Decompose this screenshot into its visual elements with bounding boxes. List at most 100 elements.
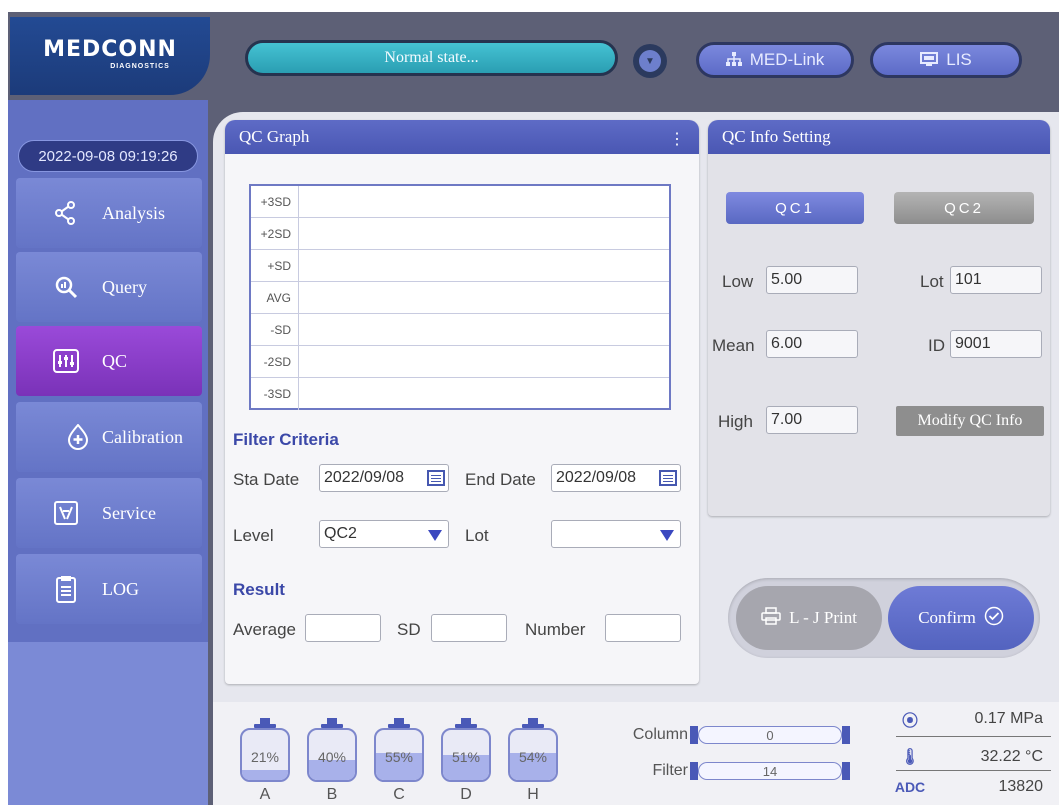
lot-select[interactable] (551, 520, 681, 548)
qc1-tab-label: QC1 (775, 199, 815, 217)
panel-title: QC Info Setting (722, 127, 831, 146)
sta-date-field[interactable]: 2022/09/08 (319, 464, 449, 492)
molecule-icon (52, 199, 80, 227)
number-label: Number (525, 620, 586, 639)
modify-qc-info-label: Modify QC Info (917, 412, 1023, 429)
confirm-button[interactable]: Confirm (888, 586, 1034, 650)
sidebar-item-analysis[interactable]: Analysis (16, 178, 202, 248)
sidebar-item-calibration[interactable]: Calibration (16, 402, 202, 472)
action-dock: L - J Print Confirm (728, 578, 1040, 658)
sidebar-item-label: Query (102, 276, 147, 297)
qc-graph-title-bar: QC Graph ⋮ (225, 120, 699, 154)
pressure-readout: ⦿ 0.17 MPa (893, 704, 1053, 734)
status-dropdown-button[interactable]: ▼ (633, 44, 667, 78)
sidebar-item-qc[interactable]: QC (16, 326, 202, 396)
lot-label: Lot (920, 272, 944, 291)
lj-print-button[interactable]: L - J Print (736, 586, 882, 650)
printer-icon (761, 606, 781, 630)
check-circle-icon (984, 606, 1004, 631)
column-label: Column (632, 726, 688, 743)
high-label: High (718, 412, 753, 431)
confirm-label: Confirm (918, 608, 976, 627)
sidebar-item-label: Analysis (102, 202, 165, 223)
reagent-percent: 21% (250, 749, 280, 765)
lis-button[interactable]: LIS (870, 42, 1022, 78)
qc2-tab[interactable]: QC2 (894, 192, 1034, 224)
grid-row: -SD (251, 314, 669, 346)
lot-field[interactable]: 101 (950, 266, 1042, 294)
low-field[interactable]: 5.00 (766, 266, 858, 294)
lj-print-label: L - J Print (789, 608, 857, 627)
sidebar-item-label: Service (102, 502, 156, 523)
level-select[interactable]: QC2 (319, 520, 449, 548)
average-field[interactable] (305, 614, 381, 642)
modify-qc-info-button[interactable]: Modify QC Info (896, 406, 1044, 436)
reagent-bottle-b: 40% B (307, 718, 357, 804)
dropdown-arrow-icon (428, 530, 442, 541)
level-label: +2SD (251, 218, 299, 249)
temperature-readout: 🌡 32.22 °C (893, 742, 1053, 772)
reagent-percent: 54% (518, 749, 548, 765)
adc-value: 13820 (998, 778, 1044, 795)
sidebar-item-label: Calibration (102, 426, 183, 447)
sidebar-item-query[interactable]: Query (16, 252, 202, 322)
brand-subtitle: DIAGNOSTICS (110, 63, 170, 70)
reagent-percent: 40% (317, 749, 347, 765)
status-bar: Normal state... (245, 40, 618, 76)
grid-row: -2SD (251, 346, 669, 378)
calendar-icon[interactable] (427, 470, 445, 486)
sidebar-item-log[interactable]: LOG (16, 554, 202, 624)
brand-logo: MEDCONN DIAGNOSTICS (10, 17, 210, 95)
id-field[interactable]: 9001 (950, 330, 1042, 358)
mean-value: 6.00 (771, 335, 803, 352)
result-title: Result (233, 580, 285, 599)
med-link-button[interactable]: MED-Link (696, 42, 854, 78)
sd-field[interactable] (431, 614, 507, 642)
qc-chart-grid: +3SD +2SD +SD AVG -SD -2SD -3SD (249, 184, 671, 410)
low-value: 5.00 (771, 271, 803, 288)
level-label: +3SD (251, 186, 299, 217)
level-value: QC2 (324, 525, 357, 542)
level-label: -3SD (251, 378, 299, 410)
wrench-icon (52, 499, 80, 527)
mean-label: Mean (712, 336, 755, 355)
qc-info-panel: QC Info Setting QC1 QC2 Low 5.00 Lot 101… (708, 120, 1050, 516)
qc-info-title-bar: QC Info Setting (708, 120, 1050, 154)
number-field[interactable] (605, 614, 681, 642)
reagent-bottle-h: 54% H (508, 718, 558, 804)
high-field[interactable]: 7.00 (766, 406, 858, 434)
low-label: Low (722, 272, 754, 291)
grid-row: +2SD (251, 218, 669, 250)
level-label: Level (233, 526, 274, 545)
sidebar-item-service[interactable]: Service (16, 478, 202, 548)
reagent-percent: 51% (451, 749, 481, 765)
end-date-field[interactable]: 2022/09/08 (551, 464, 681, 492)
lot-label: Lot (465, 526, 489, 545)
reagent-level-fill (242, 769, 288, 780)
sidebar-item-label: LOG (102, 578, 139, 599)
plus-drop-icon (64, 423, 92, 451)
qc1-tab[interactable]: QC1 (726, 192, 864, 224)
mean-field[interactable]: 6.00 (766, 330, 858, 358)
brand-name: MEDCONN (43, 37, 177, 62)
adc-readout: ADC 13820 (893, 772, 1053, 802)
sidebar-footer (8, 642, 208, 805)
level-label: +SD (251, 250, 299, 281)
filter-criteria-title: Filter Criteria (233, 430, 339, 449)
qc2-tab-label: QC2 (944, 199, 984, 217)
filter-value: 14 (762, 763, 778, 779)
level-label: -SD (251, 314, 299, 345)
grid-row: -3SD (251, 378, 669, 410)
grid-row: AVG (251, 282, 669, 314)
reagent-letter: H (527, 786, 539, 803)
datetime-text: 2022-09-08 09:19:26 (38, 147, 178, 165)
adc-label: ADC (894, 779, 926, 795)
calendar-icon[interactable] (659, 470, 677, 486)
average-label: Average (233, 620, 297, 639)
reagent-letter: A (259, 786, 271, 803)
pressure-icon: ⦿ (901, 713, 918, 730)
end-date-value: 2022/09/08 (556, 469, 637, 486)
lis-label: LIS (946, 50, 972, 69)
more-options-icon[interactable]: ⋮ (669, 129, 685, 149)
level-label: AVG (251, 282, 299, 313)
